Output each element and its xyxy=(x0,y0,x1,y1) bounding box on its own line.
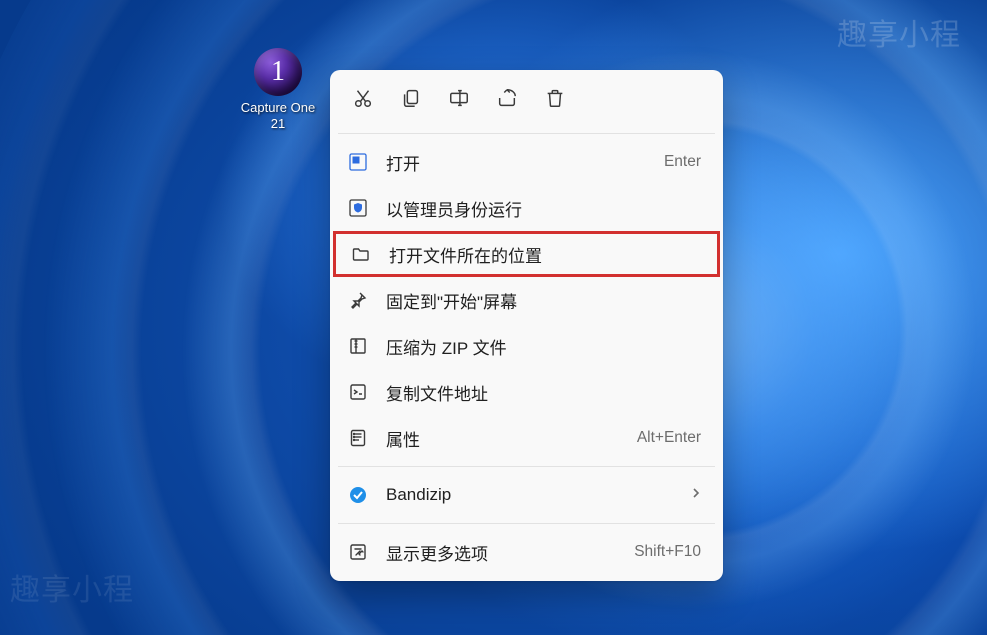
delete-icon xyxy=(544,87,566,114)
open-icon xyxy=(348,152,368,172)
menu-label: 复制文件地址 xyxy=(386,380,701,405)
menu-item-run-as-admin[interactable]: 以管理员身份运行 xyxy=(336,185,717,231)
menu-label: 属性 xyxy=(386,426,619,451)
menu-separator xyxy=(338,523,715,524)
menu-item-pin-to-start[interactable]: 固定到"开始"屏幕 xyxy=(336,277,717,323)
share-icon xyxy=(496,87,518,114)
copy-path-icon xyxy=(348,382,368,402)
bandizip-icon xyxy=(348,485,368,505)
cut-icon xyxy=(352,87,374,114)
context-menu-toolbar xyxy=(336,76,717,128)
pin-icon xyxy=(348,290,368,310)
rename-button[interactable] xyxy=(438,80,480,120)
zip-icon xyxy=(348,336,368,356)
menu-label: Bandizip xyxy=(386,485,673,505)
menu-item-properties[interactable]: 属性 Alt+Enter xyxy=(336,415,717,461)
menu-separator xyxy=(338,133,715,134)
menu-item-copy-path[interactable]: 复制文件地址 xyxy=(336,369,717,415)
context-menu: 打开 Enter 以管理员身份运行 打开文件所在的位置 固定到"开始"屏幕 压缩… xyxy=(330,70,723,581)
menu-label: 压缩为 ZIP 文件 xyxy=(386,334,701,359)
menu-label: 固定到"开始"屏幕 xyxy=(386,288,701,313)
copy-icon xyxy=(400,87,422,114)
desktop-shortcut-label: Capture One 21 xyxy=(241,100,315,133)
menu-item-open-file-location[interactable]: 打开文件所在的位置 xyxy=(333,231,720,277)
menu-label: 打开 xyxy=(386,150,646,175)
app-icon: 1 xyxy=(254,48,302,96)
chevron-right-icon xyxy=(691,485,701,505)
delete-button[interactable] xyxy=(534,80,576,120)
menu-label: 以管理员身份运行 xyxy=(386,196,701,221)
menu-item-compress-zip[interactable]: 压缩为 ZIP 文件 xyxy=(336,323,717,369)
menu-label: 打开文件所在的位置 xyxy=(389,242,698,267)
menu-shortcut: Alt+Enter xyxy=(637,429,701,447)
share-button[interactable] xyxy=(486,80,528,120)
rename-icon xyxy=(448,87,470,114)
cut-button[interactable] xyxy=(342,80,384,120)
menu-shortcut: Shift+F10 xyxy=(634,543,701,561)
desktop-shortcut-capture-one[interactable]: 1 Capture One 21 xyxy=(234,48,322,133)
copy-button[interactable] xyxy=(390,80,432,120)
show-more-icon xyxy=(348,542,368,562)
menu-item-bandizip[interactable]: Bandizip xyxy=(336,472,717,518)
shield-icon xyxy=(348,198,368,218)
menu-item-show-more-options[interactable]: 显示更多选项 Shift+F10 xyxy=(336,529,717,575)
menu-shortcut: Enter xyxy=(664,153,701,171)
menu-separator xyxy=(338,466,715,467)
properties-icon xyxy=(348,428,368,448)
folder-icon xyxy=(351,244,371,264)
menu-label: 显示更多选项 xyxy=(386,540,616,565)
menu-item-open[interactable]: 打开 Enter xyxy=(336,139,717,185)
